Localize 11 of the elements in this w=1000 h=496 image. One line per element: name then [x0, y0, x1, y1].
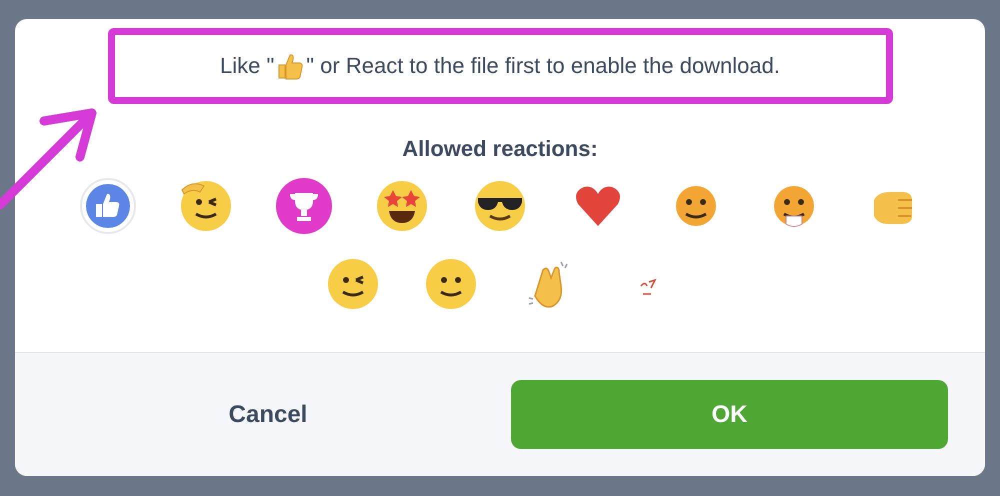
smiling-face-icon[interactable] — [423, 256, 479, 312]
trophy-icon[interactable] — [276, 178, 332, 234]
star-eyes-face-icon[interactable] — [374, 178, 430, 234]
saluting-face-icon[interactable] — [178, 178, 234, 234]
message-text: " or React to the file first to enable the download. — [306, 53, 780, 79]
cancel-button[interactable]: Cancel — [73, 380, 463, 449]
winking-face-icon[interactable] — [325, 256, 381, 312]
sunglasses-face-icon[interactable] — [472, 178, 528, 234]
thumbs-up-icon[interactable] — [80, 178, 136, 234]
reactions-heading: Allowed reactions: — [402, 136, 598, 162]
message-text: Like " — [220, 53, 274, 79]
